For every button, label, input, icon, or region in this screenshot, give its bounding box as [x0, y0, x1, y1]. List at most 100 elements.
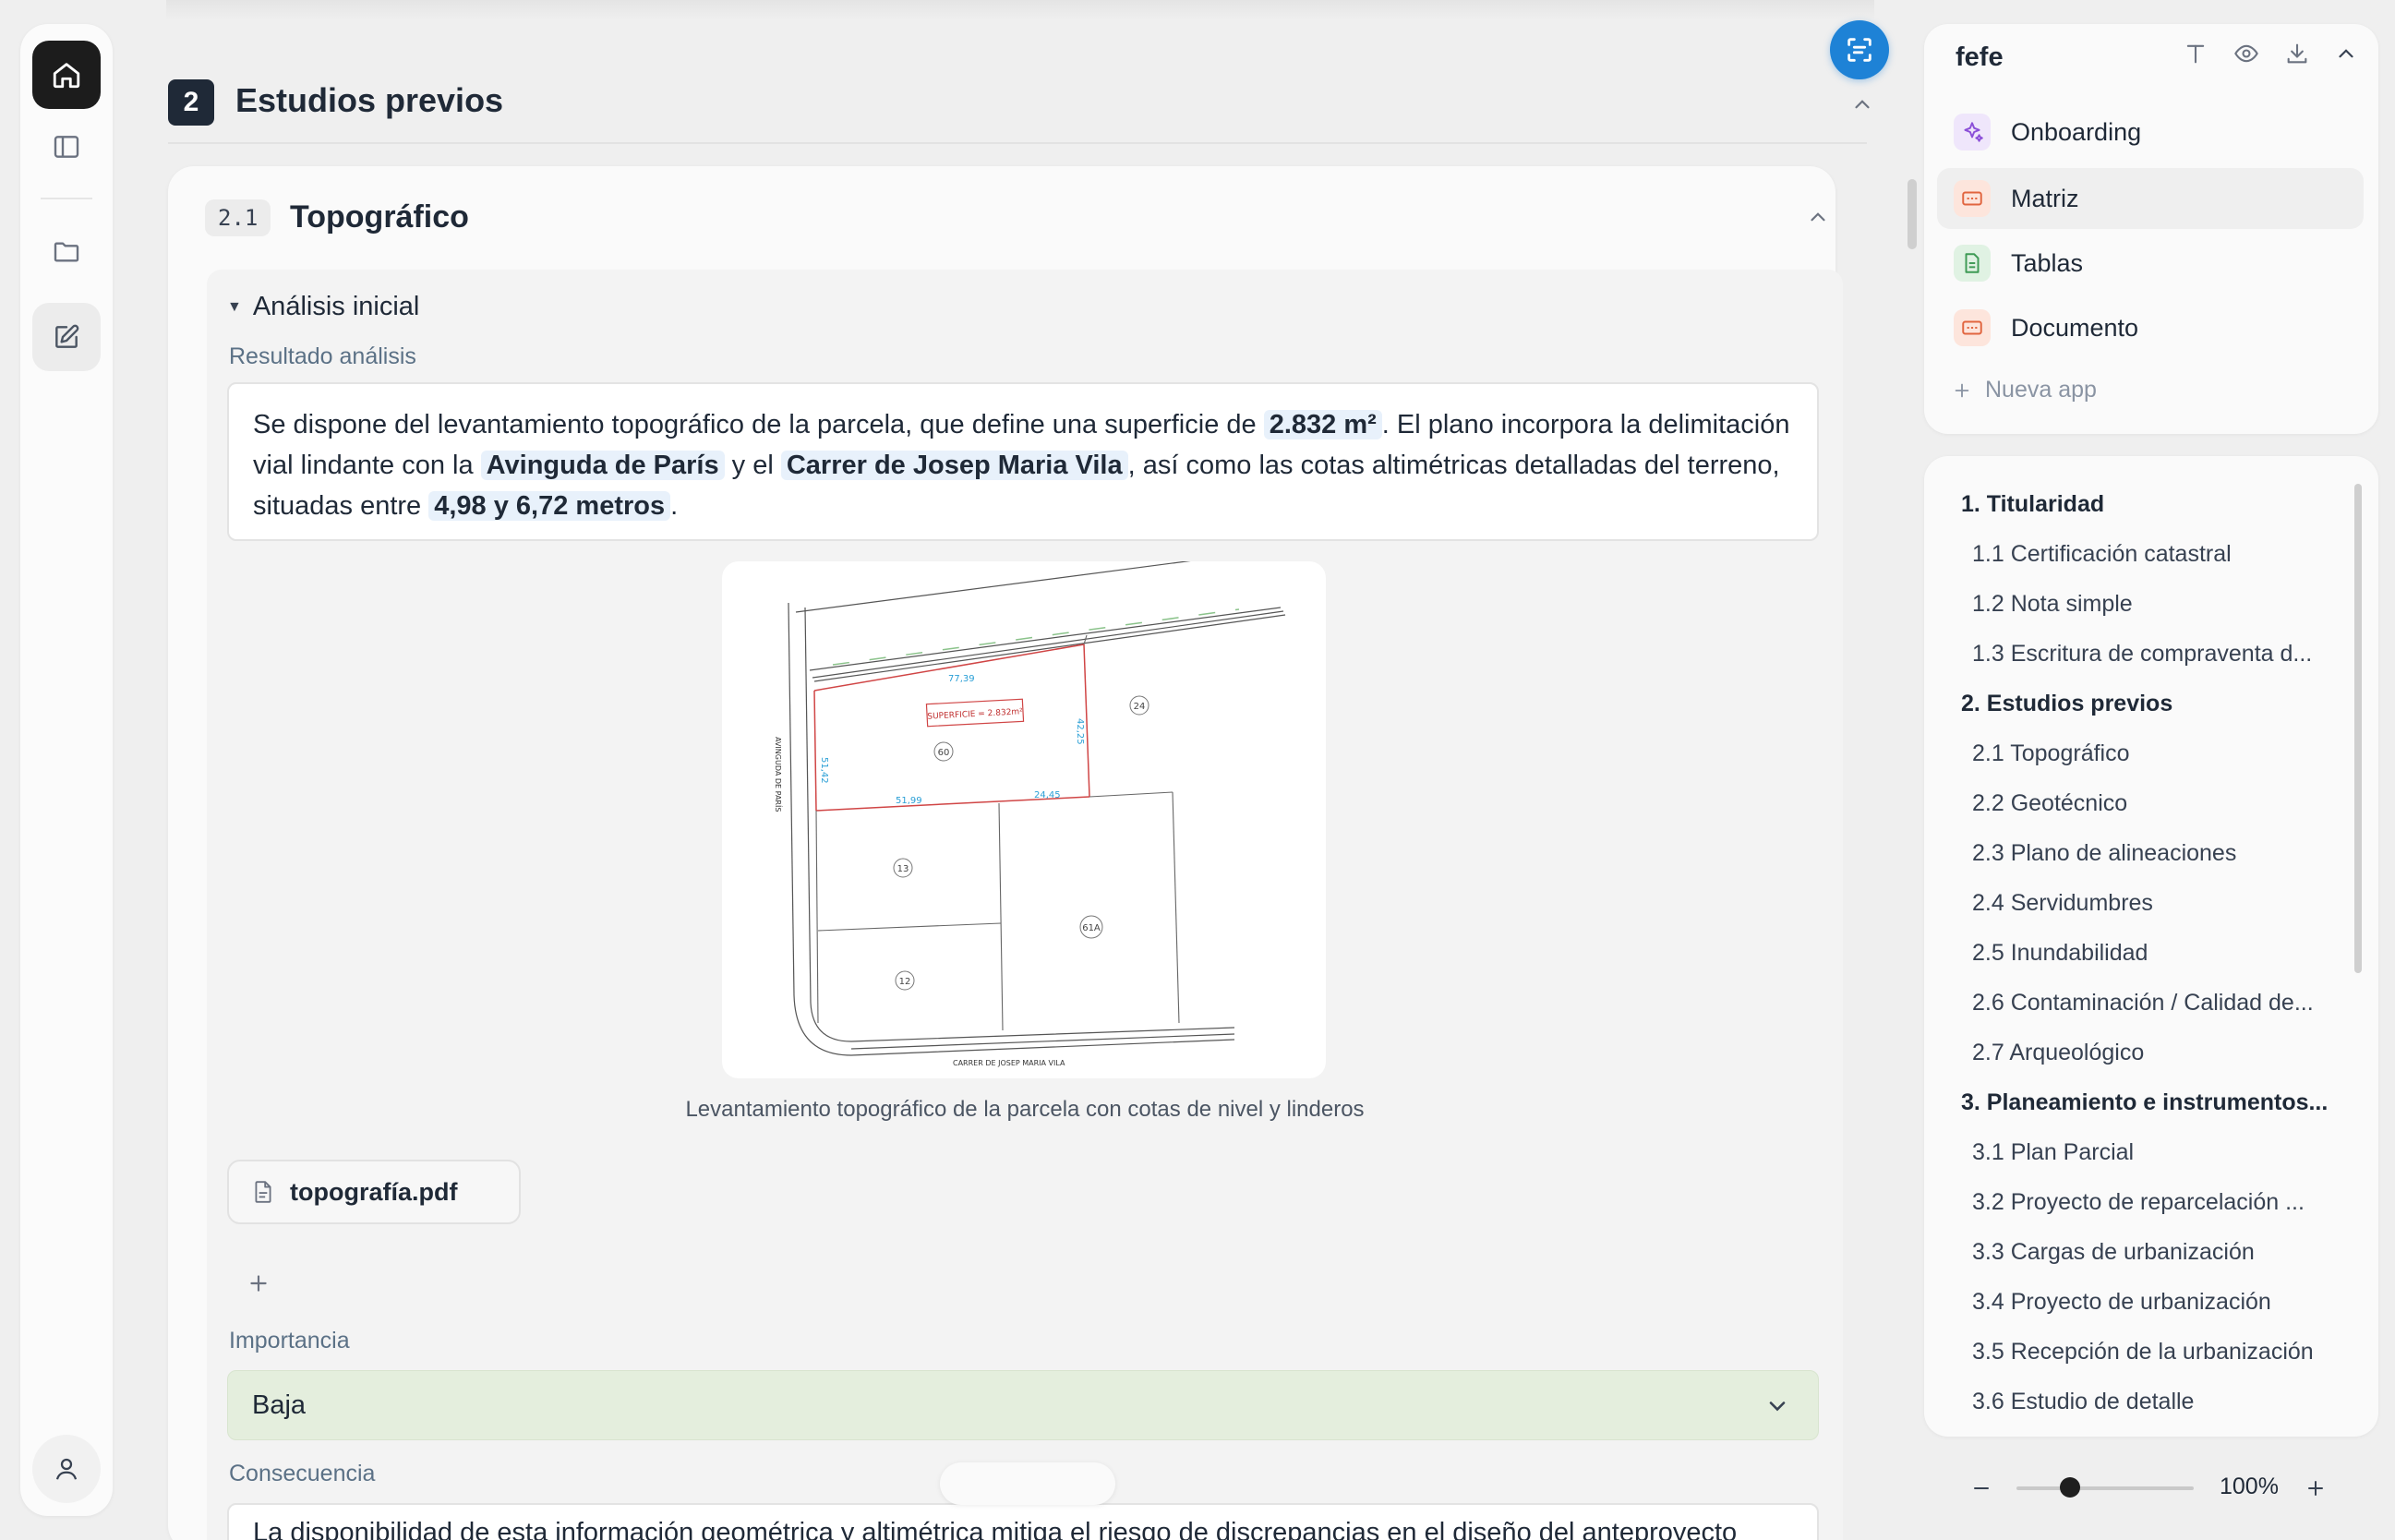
toc-item[interactable]: 3.3 Cargas de urbanización [1972, 1239, 2338, 1266]
street-label-bottom: CARRER DE JOSEP MARIA VILA [953, 1059, 1065, 1067]
rail-divider [41, 198, 92, 199]
toc-item[interactable]: 2.6 Contaminación / Calidad de... [1972, 990, 2338, 1017]
download-icon[interactable] [2284, 41, 2310, 66]
zoom-control: 100% [1943, 1461, 2377, 1516]
edit-icon [55, 324, 79, 348]
highlight-heights: 4,98 y 6,72 metros [428, 491, 671, 521]
toc-item[interactable]: 2.3 Plano de alineaciones [1972, 840, 2338, 867]
grid-icon [1954, 180, 1991, 217]
plus-icon [1955, 383, 1969, 397]
zoom-slider-handle[interactable] [2059, 1477, 2080, 1498]
subsection-card: 2.1 Topográfico ▼ Análisis inicial Resul… [168, 166, 1843, 1540]
importance-select[interactable]: Baja [227, 1370, 1819, 1440]
subsection-number: 2.1 [205, 199, 271, 236]
dimension-label: 24,45 [1034, 790, 1061, 800]
analysis-toggle[interactable]: ▼ Análisis inicial [227, 292, 419, 322]
parcel-label: 12 [899, 977, 911, 987]
zoom-value: 100% [2220, 1474, 2279, 1499]
topographic-plan-image[interactable]: 60 24 13 12 61A SUPERFICIE = 2.832m² 77,… [722, 551, 1326, 1078]
analysis-block: ▼ Análisis inicial Resultado análisis Se… [207, 270, 1843, 1540]
section-header: 2 Estudios previos [168, 65, 1870, 144]
app-item-documento[interactable]: Documento [1937, 297, 2364, 358]
zoom-out-icon[interactable] [1970, 1477, 1992, 1499]
toc-item[interactable]: 2.1 Topográfico [1972, 740, 2338, 767]
dimension-label: 77,39 [948, 674, 975, 684]
attachment-file[interactable]: topografía.pdf [227, 1160, 521, 1224]
new-app-label: Nueva app [1985, 377, 2097, 403]
attachment-filename: topografía.pdf [290, 1177, 458, 1206]
parcel-label: 13 [897, 864, 909, 874]
text-segment: y el [724, 451, 781, 480]
sparkles-icon [1954, 114, 1991, 150]
toggle-sidebar-button[interactable] [32, 113, 101, 181]
sidebar-icon [54, 136, 79, 158]
analysis-result-text[interactable]: Se dispone del levantamiento topográfico… [227, 382, 1819, 541]
toc-item[interactable]: 3.6 Estudio de detalle [1972, 1389, 2338, 1415]
eye-icon[interactable] [2233, 41, 2260, 66]
toc-scrollbar[interactable] [2354, 484, 2362, 973]
highlight-carrer: Carrer de Josep Maria Vila [780, 451, 1128, 480]
toc-item[interactable]: 3.1 Plan Parcial [1972, 1139, 2338, 1166]
home-button[interactable] [32, 41, 101, 109]
zoom-in-icon[interactable] [2305, 1477, 2327, 1499]
caret-down-icon: ▼ [227, 298, 242, 315]
toc-heading[interactable]: 2. Estudios previos [1961, 691, 2338, 717]
result-label: Resultado análisis [229, 343, 416, 369]
chevron-up-icon[interactable] [2334, 41, 2358, 66]
toc-item[interactable]: 3.4 Proyecto de urbanización [1972, 1289, 2338, 1316]
doc-icon [1954, 309, 1991, 346]
user-icon [55, 1458, 78, 1480]
chevron-down-icon [1769, 1402, 1786, 1412]
highlight-avinguda: Avinguda de París [480, 451, 725, 480]
apps-panel: fefe Onboarding Matriz Tablas Documento … [1924, 24, 2378, 434]
app-item-label: Onboarding [2011, 117, 2142, 146]
toc-item[interactable]: 1.2 Nota simple [1972, 591, 2338, 618]
app-item-tablas[interactable]: Tablas [1937, 233, 2364, 294]
text-format-icon[interactable] [2183, 41, 2208, 66]
toc-item[interactable]: 1.1 Certificación catastral [1972, 541, 2338, 568]
toc-panel: 1. Titularidad 1.1 Certificación catastra… [1924, 456, 2378, 1437]
edit-button[interactable] [32, 303, 101, 371]
toc-item[interactable]: 1.3 Escritura de compraventa d... [1972, 641, 2338, 668]
folder-button[interactable] [32, 218, 101, 286]
new-app-button[interactable]: Nueva app [1952, 377, 2097, 403]
file-icon [255, 1181, 271, 1203]
collapse-subsection-chevron-up-icon[interactable] [1806, 205, 1830, 229]
section-number: 2 [168, 79, 214, 126]
importance-value: Baja [252, 1390, 307, 1420]
analysis-toggle-label: Análisis inicial [252, 292, 420, 321]
toc-item[interactable]: 2.2 Geotécnico [1972, 790, 2338, 817]
user-button[interactable] [32, 1435, 101, 1503]
app-item-label: Documento [2011, 313, 2139, 342]
toc-heading[interactable]: 3. Planeamiento e instrumentos... [1961, 1089, 2338, 1116]
subsection-title: Topográfico [290, 199, 469, 235]
app-item-matriz[interactable]: Matriz [1937, 168, 2364, 229]
collapse-section-chevron-up-icon[interactable] [1850, 92, 1874, 116]
sheet-icon [1954, 245, 1991, 282]
section-title: Estudios previos [235, 81, 504, 119]
app-item-label: Matriz [2011, 184, 2079, 212]
dimension-label: 42,25 [1075, 718, 1085, 745]
add-attachment-button[interactable] [240, 1265, 277, 1302]
parcel-label: 24 [1134, 702, 1146, 712]
toc-item[interactable]: 3.2 Proyecto de reparcelación ... [1972, 1189, 2338, 1216]
apps-panel-title: fefe [1956, 42, 2004, 72]
toc-item[interactable]: 2.4 Servidumbres [1972, 890, 2338, 917]
text-segment: . [670, 491, 679, 521]
plan-caption: Levantamiento topográfico de la parcela … [685, 1097, 1365, 1122]
toc-item[interactable]: 2.7 Arqueológico [1972, 1040, 2338, 1066]
plan-drawing: 60 24 13 12 61A SUPERFICIE = 2.832m² 77,… [774, 551, 1286, 1067]
main-scrollbar[interactable] [1908, 179, 1917, 249]
home-icon [53, 63, 80, 89]
zoom-slider-track[interactable] [2016, 1486, 2194, 1490]
scan-button[interactable] [1830, 20, 1889, 79]
dimension-label: 51,42 [819, 757, 829, 784]
app-item-onboarding[interactable]: Onboarding [1937, 102, 2364, 162]
floating-pill[interactable] [940, 1462, 1115, 1505]
toc-heading[interactable]: 1. Titularidad [1961, 491, 2338, 518]
consequence-text[interactable]: La disponibilidad de esta información ge… [227, 1503, 1819, 1540]
folder-icon [54, 242, 79, 262]
toc-item[interactable]: 3.5 Recepción de la urbanización [1972, 1339, 2338, 1366]
apps-toolbar [2183, 41, 2358, 66]
toc-item[interactable]: 2.5 Inundabilidad [1972, 940, 2338, 967]
